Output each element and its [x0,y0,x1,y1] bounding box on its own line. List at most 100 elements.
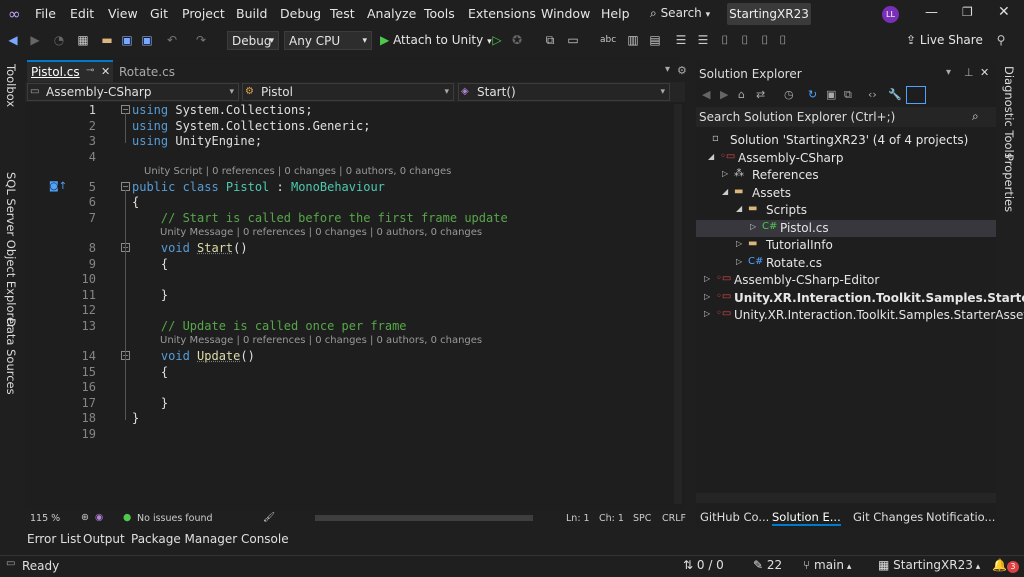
start-without-debugging-icon[interactable]: ▷ [490,33,504,47]
sync-icon[interactable]: ↻ [808,88,817,101]
switch-views-icon[interactable]: ⇄ [756,88,765,101]
close-tab-icon[interactable]: ✕ [101,65,110,78]
solution-search-box[interactable]: Search Solution Explorer (Ctrl+;) ⌕ [696,107,996,127]
pending-edits[interactable]: ✎ 22 [753,558,782,572]
tree-file-rotate[interactable]: ▷ C# Rotate.cs [696,255,996,272]
new-project-icon[interactable]: ▦ [76,33,90,47]
undo-icon[interactable]: ↶ [165,33,179,47]
line-position[interactable]: Ln: 1 [566,513,590,524]
back-icon[interactable]: ◀ [702,88,710,101]
platform-select[interactable]: Any CPU ▾ [284,31,372,50]
configuration-select[interactable]: Debug ▾ [227,31,279,50]
expand-toggle-icon[interactable]: ▷ [736,257,742,266]
forward-icon[interactable]: ▶ [28,33,42,47]
toolbox-tab[interactable]: Toolbox [4,64,18,107]
expand-toggle-icon[interactable]: ◢ [736,204,742,213]
whitespace-mode[interactable]: SPC [633,513,651,524]
avatar[interactable]: LL [882,6,899,23]
visual-studio-logo-icon[interactable]: ∞ [8,6,26,22]
pin-icon[interactable]: ⊥ [964,66,974,79]
tab-overflow-icon[interactable]: ▾ [665,64,670,75]
menu-edit[interactable]: Edit [70,6,94,21]
global-search-button[interactable]: ⌕ Search ▾ [650,6,710,21]
bookmark-clear-icon[interactable]: ⌷ [776,33,790,47]
horizontal-scrollbar[interactable] [315,515,533,521]
zoom-level[interactable]: 115 % [30,513,60,524]
menu-file[interactable]: File [35,6,56,21]
menu-help[interactable]: Help [601,6,630,21]
properties-tab[interactable]: Properties [1002,154,1016,212]
forward-icon[interactable]: ▶ [720,88,728,101]
feedback-icon[interactable]: ⚲ [994,33,1008,47]
expand-toggle-icon[interactable]: ▷ [704,309,710,318]
class-dropdown[interactable]: ⚙ Pistol ▾ [242,83,454,101]
save-icon[interactable]: ▣ [120,33,134,47]
menu-tools[interactable]: Tools [424,6,455,21]
repository-selector[interactable]: ▦ StartingXR23 ▴ [878,558,980,572]
line-ending[interactable]: CRLF [662,513,686,524]
solution-horizontal-scrollbar[interactable] [696,493,996,503]
tree-project-starter-assets-2[interactable]: ▷ ◦▭ Unity.XR.Interaction.Toolkit.Samples.… [696,307,1024,324]
tab-git-changes[interactable]: Git Changes [853,510,923,524]
expand-toggle-icon[interactable]: ▷ [704,274,710,283]
tree-folder-tutorialinfo[interactable]: ▷ ▬ TutorialInfo [696,237,996,254]
codelens-class[interactable]: Unity Script | 0 references | 0 changes … [144,166,451,177]
tree-folder-scripts[interactable]: ◢ ▬ Scripts [696,202,996,219]
codelens-start[interactable]: Unity Message | 0 references | 0 changes… [160,227,482,238]
expand-toggle-icon[interactable]: ▷ [704,292,710,301]
code-icon[interactable]: ‹› [868,88,877,101]
tree-references[interactable]: ▷ ⁂ References [696,167,996,184]
spellcheck-icon[interactable]: abc [600,33,616,47]
project-dropdown[interactable]: ▭ Assembly-CSharp ▾ [27,83,239,101]
bookmark-prev-icon[interactable]: ⌷ [738,33,752,47]
menu-debug[interactable]: Debug [280,6,321,21]
settings-icon[interactable]: ⚙ [677,64,687,77]
home-icon[interactable]: ⌂ [738,88,745,101]
column-position[interactable]: Ch: 1 [599,513,624,524]
redo-icon[interactable]: ↷ [194,33,208,47]
preview-selected-icon[interactable] [906,86,926,104]
issues-status[interactable]: No issues found [137,513,213,524]
menu-git[interactable]: Git [150,6,168,21]
restore-icon[interactable]: ❐ [962,5,973,19]
diagnostic-tools-tab[interactable]: Diagnostic Tools [1002,66,1016,159]
properties-wrench-icon[interactable]: 🔧 [888,88,902,101]
back-icon[interactable]: ◀ [6,33,20,47]
save-all-icon[interactable]: ▣ [140,33,154,47]
show-all-files-icon[interactable]: ⧉ [844,88,852,102]
sync-status[interactable]: ⇅ 0 / 0 [683,558,724,572]
hot-reload-icon[interactable]: ✪ [510,33,524,47]
tab-rotate[interactable]: Rotate.cs [119,65,175,79]
intellicode-icon[interactable]: ◉ [95,512,103,523]
attach-to-unity-button[interactable]: ▶ Attach to Unity ▾ [380,33,492,47]
pending-changes-icon[interactable]: ◷ [784,88,794,101]
outdent-icon[interactable]: ☰ [674,33,688,47]
menu-extensions[interactable]: Extensions [468,6,536,21]
collapse-all-icon[interactable]: ▣ [826,88,836,101]
tab-github-copilot[interactable]: GitHub Co... [700,510,769,524]
tree-project-starter-assets-1[interactable]: ▷ ◦▭ Unity.XR.Interaction.Toolkit.Samples.… [696,290,1024,307]
tab-error-list[interactable]: Error List [27,532,81,546]
pin-icon[interactable]: ⊸ [86,65,94,76]
history-icon[interactable]: ◔ [52,33,66,47]
expand-toggle-icon[interactable]: ◢ [722,187,728,196]
menu-project[interactable]: Project [182,6,225,21]
expand-toggle-icon[interactable]: ▷ [722,169,728,178]
expand-toggle-icon[interactable]: ◢ [708,152,714,161]
menu-analyze[interactable]: Analyze [367,6,416,21]
monitor-icon[interactable]: ▭ [566,33,580,47]
sql-server-object-explorer-tab[interactable]: SQL Server Object Explorer [4,172,18,329]
tab-output[interactable]: Output [83,532,125,546]
close-icon[interactable]: ✕ [980,66,989,79]
tree-file-pistol[interactable]: ▷ C# Pistol.cs [696,219,996,237]
window-position-icon[interactable]: ▾ [946,67,951,78]
menu-test[interactable]: Test [330,6,355,21]
brush-icon[interactable]: 🖌 [263,512,275,523]
compare-icon[interactable]: ▤ [648,33,662,47]
member-dropdown[interactable]: ◈ Start() ▾ [458,83,670,101]
tree-folder-assets[interactable]: ◢ ▬ Assets [696,185,996,202]
vertical-scrollbar[interactable] [674,104,682,504]
copilot-icon[interactable]: ⊛ [81,512,89,523]
menu-build[interactable]: Build [236,6,267,21]
tab-solution-explorer[interactable]: Solution E... [772,510,841,526]
